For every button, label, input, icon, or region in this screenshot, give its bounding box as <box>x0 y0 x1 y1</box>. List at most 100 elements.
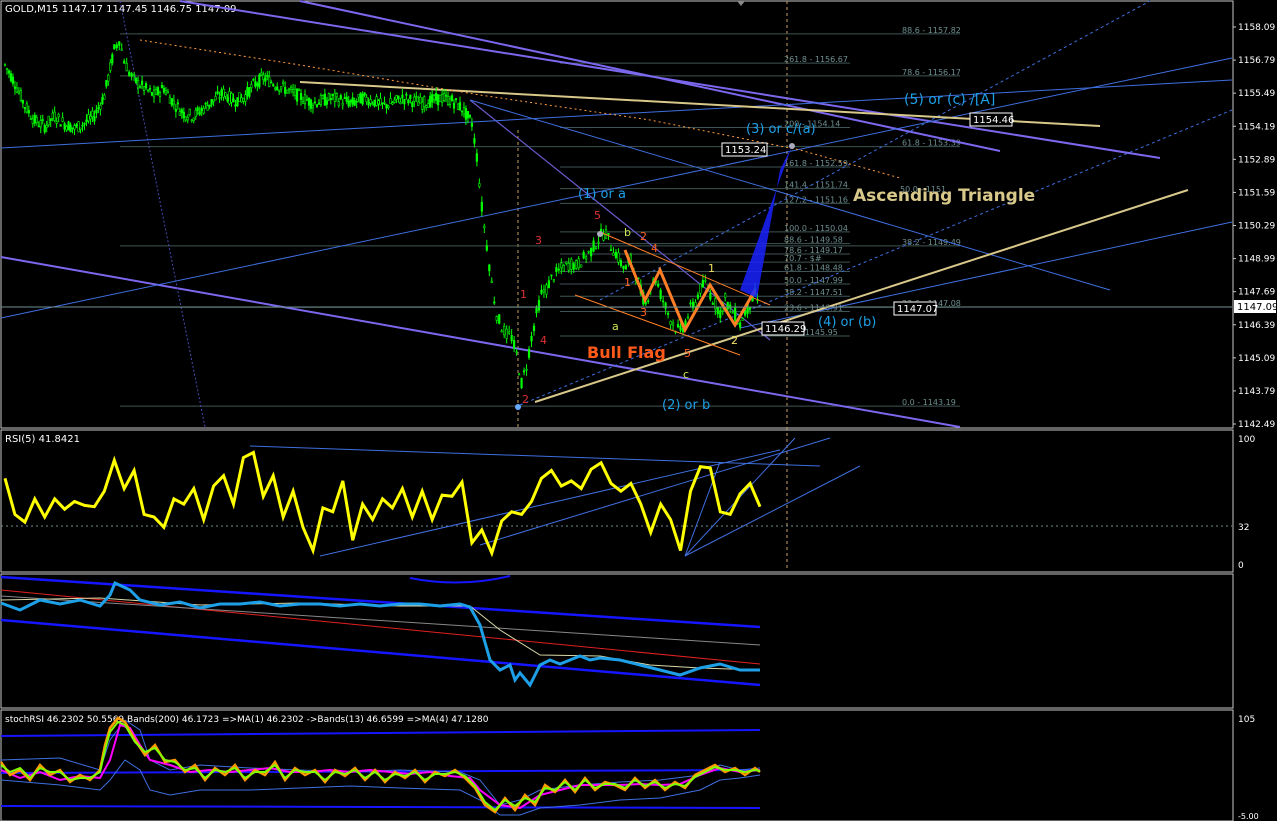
candle-body <box>417 101 420 106</box>
candle-body <box>120 48 123 51</box>
candle-body <box>5 68 9 70</box>
candle-body <box>355 100 358 103</box>
label-w5: 5 <box>594 209 601 222</box>
candle-body <box>375 96 378 106</box>
candle-body <box>184 116 187 121</box>
candle-body <box>299 93 303 101</box>
candle-body <box>458 102 462 111</box>
candle-body <box>172 100 175 105</box>
price-axis-label: 1143.79 <box>1238 387 1275 397</box>
candle-body <box>59 124 62 127</box>
candle-body <box>607 232 610 236</box>
candle-body <box>286 89 289 94</box>
candle-body <box>325 100 328 105</box>
pivot-point <box>597 231 603 237</box>
candle-body <box>202 107 205 114</box>
candle-body <box>293 88 297 96</box>
label-a: a <box>612 320 619 333</box>
candle-body <box>174 109 177 112</box>
candle-body <box>669 321 672 325</box>
candle-body <box>622 265 625 269</box>
candle-body <box>739 322 742 328</box>
candle-body <box>582 251 585 259</box>
candle-body <box>585 256 588 260</box>
candle-body <box>475 153 478 162</box>
candle-body <box>47 115 50 126</box>
candle-body <box>33 114 36 124</box>
price-axis-label: 1150.29 <box>1238 222 1275 232</box>
fib-label: 88.6 - 1157.82 <box>902 26 961 35</box>
candle-body <box>125 62 128 72</box>
candle-body <box>446 96 450 106</box>
label-w2: 2 <box>522 393 529 406</box>
candle-body <box>515 351 518 353</box>
fib-label: 88.6 - 1149.58 <box>784 236 843 245</box>
candle-body <box>43 125 46 133</box>
candle-body <box>170 98 173 106</box>
stoch-axis-105: 105 <box>1238 715 1255 725</box>
candle-body <box>577 258 580 269</box>
candle-body <box>535 308 538 314</box>
candle-body <box>478 183 481 187</box>
candle-body <box>3 63 7 66</box>
candle-body <box>425 105 428 108</box>
svg-text:1146.29: 1146.29 <box>765 324 806 335</box>
candle-body <box>689 302 692 305</box>
candle-body <box>214 96 217 101</box>
label-wave-3: (3) or c/(a) <box>746 122 816 137</box>
candle-body <box>166 91 170 94</box>
candle-body <box>473 138 476 144</box>
candle-body <box>552 279 555 282</box>
candle-body <box>39 120 42 128</box>
candle-body <box>537 300 541 311</box>
candle-body <box>51 112 54 119</box>
candle-body <box>63 123 66 130</box>
candle-body <box>105 80 108 87</box>
candle-body <box>146 89 150 92</box>
candle-body <box>427 103 430 109</box>
candle-body <box>353 100 356 106</box>
candle-body <box>307 97 311 106</box>
candle-body <box>246 86 249 96</box>
candle-body <box>409 94 412 99</box>
candle-body <box>140 80 144 86</box>
candle-body <box>454 98 458 101</box>
candle-body <box>252 79 255 81</box>
candle-body <box>49 118 52 121</box>
candle-body <box>137 80 140 89</box>
candle-body <box>565 261 568 264</box>
candle-body <box>711 303 714 305</box>
candle-body <box>319 95 323 105</box>
candle-body <box>196 107 199 111</box>
candle-body <box>460 110 464 113</box>
candle-body <box>351 97 354 105</box>
candle-body <box>95 109 98 114</box>
candle-body <box>291 89 295 93</box>
candle-body <box>282 81 285 84</box>
candle-body <box>389 98 392 104</box>
candle-body <box>452 102 456 109</box>
candle-body <box>547 280 550 289</box>
candle-body <box>450 95 454 102</box>
price-box-1154: 1154.46 <box>969 112 1014 127</box>
fib-label: 261.8 - 1156.67 <box>784 55 848 64</box>
candle-body <box>266 75 269 77</box>
candle-body <box>65 126 68 131</box>
current-price-tag: 1147.09 <box>1234 300 1277 313</box>
candle-body <box>371 103 374 106</box>
rsi-axis-0: 0 <box>1238 561 1244 571</box>
candle-body <box>218 97 221 99</box>
candle-body <box>305 99 309 101</box>
candle-body <box>226 97 229 102</box>
price-axis-label: 1155.49 <box>1238 89 1275 99</box>
candle-body <box>69 124 72 133</box>
fib-label: 61.8 - 1148.48 <box>784 264 843 273</box>
price-box-1153: 1153.24 <box>721 142 768 157</box>
candle-body <box>664 302 667 309</box>
candle-body <box>329 98 332 100</box>
candle-body <box>232 98 235 103</box>
candle-body <box>572 263 575 270</box>
candle-body <box>567 262 570 271</box>
label-o1: 1 <box>624 276 631 289</box>
candle-body <box>709 293 712 300</box>
